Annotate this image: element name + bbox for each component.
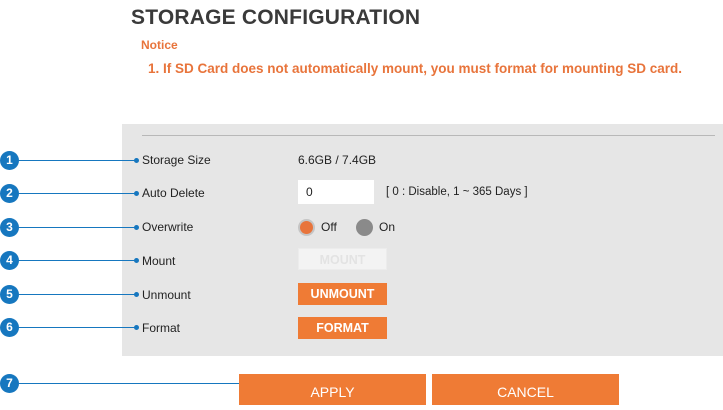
callout-leader-2 [19, 191, 139, 196]
callout-marker-5: 5 [0, 285, 19, 304]
callout-leader-1 [19, 158, 139, 163]
apply-button[interactable]: APPLY [239, 374, 426, 405]
overwrite-label: Overwrite [142, 220, 194, 234]
callout-marker-2: 2 [0, 184, 19, 203]
storage-size-value: 6.6GB / 7.4GB [298, 153, 377, 167]
mount-button[interactable]: MOUNT [298, 248, 387, 270]
unmount-label: Unmount [142, 288, 191, 302]
overwrite-off-radio[interactable] [298, 219, 315, 236]
format-button[interactable]: FORMAT [298, 317, 387, 339]
cancel-button[interactable]: CANCEL [432, 374, 619, 405]
page-title: STORAGE CONFIGURATION [131, 6, 421, 29]
format-label: Format [142, 321, 181, 335]
auto-delete-hint: [ 0 : Disable, 1 ~ 365 Days ] [386, 186, 528, 198]
callout-leader-6 [19, 325, 139, 330]
auto-delete-input[interactable] [298, 180, 374, 204]
auto-delete-label: Auto Delete [142, 186, 205, 200]
callout-leader-7 [19, 381, 271, 386]
callout-marker-1: 1 [0, 151, 19, 170]
unmount-button[interactable]: UNMOUNT [298, 283, 387, 305]
storage-size-label: Storage Size [142, 153, 211, 167]
settings-panel [122, 124, 723, 356]
callout-leader-5 [19, 292, 139, 297]
callout-leader-4 [19, 258, 139, 263]
panel-divider [142, 135, 715, 136]
callout-marker-6: 6 [0, 318, 19, 337]
notice-title: Notice [141, 38, 178, 52]
callout-marker-3: 3 [0, 218, 19, 237]
notice-text: 1. If SD Card does not automatically mou… [148, 61, 683, 76]
callout-leader-3 [19, 225, 139, 230]
callout-marker-7: 7 [0, 374, 19, 393]
callout-marker-4: 4 [0, 251, 19, 270]
overwrite-on-label[interactable]: On [379, 220, 395, 234]
mount-label: Mount [142, 254, 176, 268]
overwrite-on-radio[interactable] [356, 219, 373, 236]
overwrite-off-label[interactable]: Off [321, 220, 337, 234]
